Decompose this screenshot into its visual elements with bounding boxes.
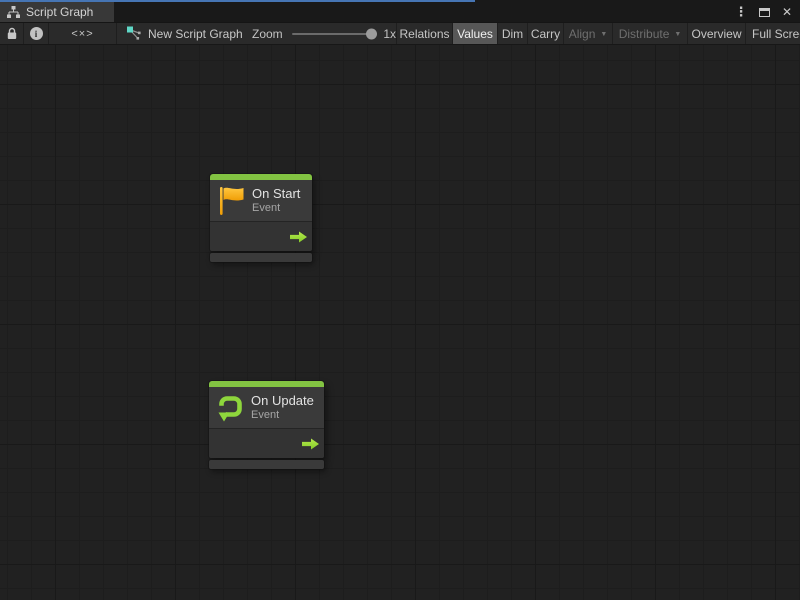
node-on-update-main: On Update Event <box>209 381 324 458</box>
info-button[interactable]: i <box>24 23 49 44</box>
script-graph-window: Script Graph ⋮ ✕ i <×> <box>0 0 800 600</box>
align-label: Align <box>569 27 596 41</box>
flag-icon <box>218 186 244 216</box>
code-preview-button[interactable]: <×> <box>49 23 117 44</box>
toolbar-button-fullscreen[interactable]: Full Screen <box>746 23 800 44</box>
graph-hierarchy-icon <box>7 6 20 18</box>
tab-bar: Script Graph ⋮ ✕ <box>0 0 800 22</box>
tab-title: Script Graph <box>26 5 93 19</box>
loop-icon <box>217 394 243 422</box>
script-graph-asset-icon <box>126 26 141 41</box>
zoom-slider-handle[interactable] <box>366 28 377 39</box>
flow-output-arrow-icon <box>290 231 307 242</box>
zoom-label: Zoom <box>252 27 283 41</box>
distribute-label: Distribute <box>619 27 670 41</box>
node-title: On Start <box>252 186 300 202</box>
graph-canvas[interactable]: On Start Event <box>0 45 800 600</box>
kebab-menu-icon[interactable]: ⋮ <box>734 4 748 20</box>
node-title: On Update <box>251 393 314 409</box>
toolbar-button-relations[interactable]: Relations <box>397 23 453 44</box>
node-ports-row <box>210 221 312 251</box>
window-controls: ⋮ ✕ <box>734 2 800 22</box>
tab-script-graph[interactable]: Script Graph <box>0 2 114 22</box>
chevron-down-icon: ▼ <box>600 31 607 38</box>
graph-toolbar: i <×> New Script Graph Zoom 1x Relatio <box>0 22 800 45</box>
lock-icon <box>7 27 17 40</box>
flow-output-arrow-icon <box>302 438 319 449</box>
close-icon[interactable]: ✕ <box>780 4 794 20</box>
lock-button[interactable] <box>0 23 24 44</box>
graph-breadcrumb[interactable]: New Script Graph <box>117 23 245 44</box>
zoom-control: Zoom 1x <box>245 23 397 44</box>
node-header: On Update Event <box>209 387 324 428</box>
node-ports-row <box>209 428 324 458</box>
maximize-icon[interactable] <box>757 4 771 20</box>
node-subtitle: Event <box>252 202 300 215</box>
node-footer <box>210 253 312 262</box>
node-subtitle: Event <box>251 409 314 422</box>
node-on-start-main: On Start Event <box>210 174 312 251</box>
toolbar-button-distribute[interactable]: Distribute ▼ <box>613 23 688 44</box>
zoom-value: 1x <box>383 27 396 41</box>
node-header: On Start Event <box>210 180 312 221</box>
node-footer <box>209 460 324 469</box>
graph-name-label: New Script Graph <box>148 27 243 41</box>
code-icon: <×> <box>71 28 93 40</box>
info-icon: i <box>30 27 43 40</box>
toolbar-button-dim[interactable]: Dim <box>498 23 528 44</box>
node-on-start[interactable]: On Start Event <box>210 174 312 262</box>
chevron-down-icon: ▼ <box>674 31 681 38</box>
toolbar-button-values[interactable]: Values <box>453 23 498 44</box>
node-on-update[interactable]: On Update Event <box>209 381 324 469</box>
toolbar-button-carry[interactable]: Carry <box>528 23 564 44</box>
toolbar-button-overview[interactable]: Overview <box>688 23 746 44</box>
zoom-slider[interactable] <box>292 33 373 35</box>
toolbar-button-align[interactable]: Align ▼ <box>564 23 613 44</box>
